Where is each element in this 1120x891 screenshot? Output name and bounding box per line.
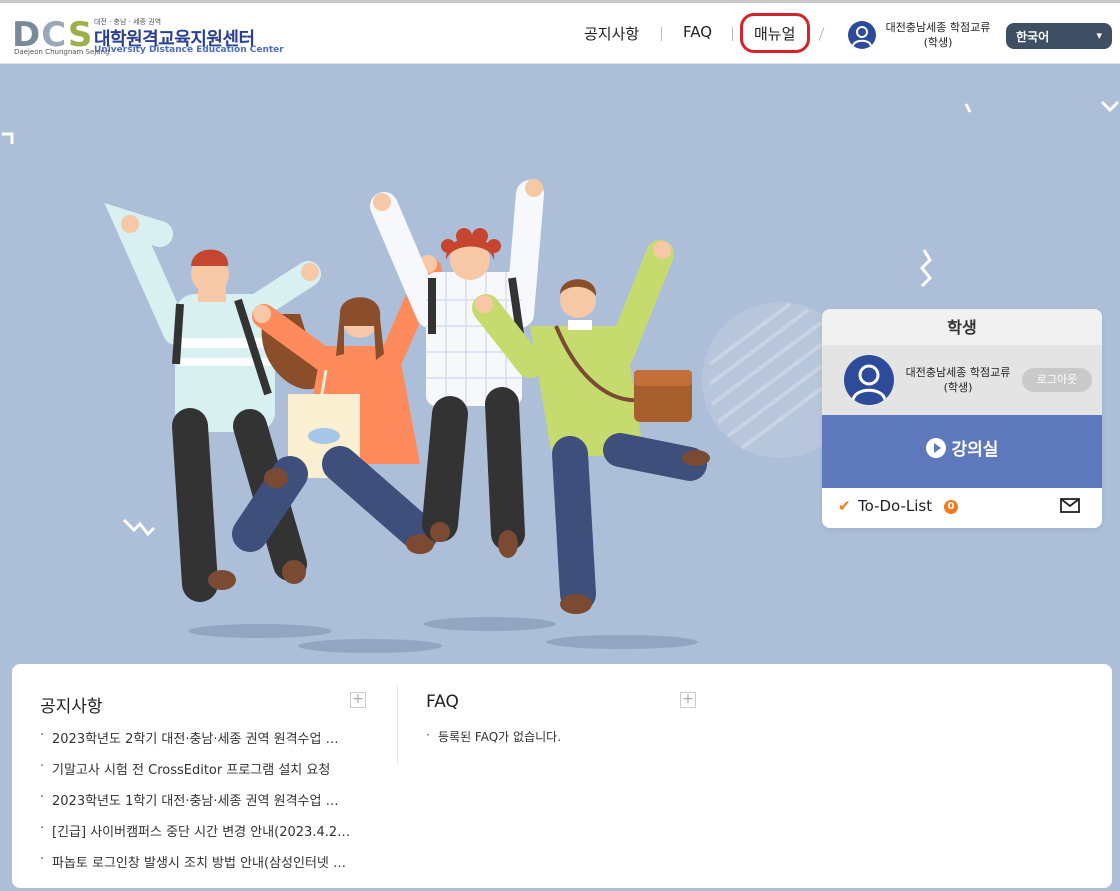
user-avatar-icon[interactable] — [848, 21, 876, 49]
shadow — [424, 617, 556, 631]
user-name-top: 대전충남세종 학점교류 (학생) — [884, 20, 992, 50]
chevron-down-icon: ▾ — [1096, 29, 1102, 42]
shadow — [546, 635, 698, 649]
panel-user-role: (학생) — [943, 381, 973, 394]
panel-user-name: 대전충남세종 학점교류 (학생) — [898, 365, 1018, 395]
todo-label: To-Do-List — [858, 497, 933, 515]
board-section: 공지사항 + 2023학년도 2학기 대전·충남·세종 권역 원격수업 … 기말… — [12, 664, 1112, 888]
faq-title: FAQ — [426, 692, 459, 712]
lecture-room-label: 강의실 — [951, 440, 999, 460]
lecture-room-button[interactable]: 강의실 — [822, 415, 1102, 488]
notice-item[interactable]: 2023학년도 2학기 대전·충남·세종 권역 원격수업 … — [40, 728, 360, 759]
language-select[interactable]: 한국어 ▾ — [1006, 23, 1112, 49]
decor-mark — [2, 132, 14, 144]
user-role: (학생) — [923, 36, 953, 49]
nav-divider — [818, 27, 825, 41]
notice-more-plus-icon[interactable]: + — [350, 692, 366, 708]
nav-notice[interactable]: 공지사항 — [584, 23, 639, 44]
decor-zigzag — [122, 518, 156, 537]
faq-list: 등록된 FAQ가 없습니다. — [426, 728, 561, 745]
nav-divider — [732, 27, 733, 41]
todo-list[interactable]: ✔ To-Do-List 0 — [822, 488, 1102, 528]
faq-more-plus-icon[interactable]: + — [680, 692, 696, 708]
decor-mark — [964, 103, 972, 113]
nav-manual[interactable]: 매뉴얼 — [754, 23, 795, 44]
user-name: 대전충남세종 학점교류 — [885, 21, 991, 34]
panel-title: 학생 — [822, 309, 1102, 345]
panel-user-info: 대전충남세종 학점교류 (학생) 로그아웃 — [822, 345, 1102, 415]
nav-divider — [661, 27, 662, 41]
decor-zigzag — [919, 249, 933, 288]
todo-count-badge: 0 — [944, 500, 958, 514]
section-divider — [397, 686, 398, 764]
faq-item: 등록된 FAQ가 없습니다. — [426, 728, 561, 745]
shadow — [298, 639, 442, 653]
mail-icon[interactable] — [1060, 498, 1080, 513]
panel-user-name-text: 대전충남세종 학점교류 — [905, 366, 1011, 379]
top-bar: DCS Daejeon Chungnam Sejong 대전 · 충남 · 세종… — [0, 0, 1120, 64]
play-icon — [925, 438, 946, 458]
notice-item[interactable]: 파놉토 로그인창 발생시 조치 방법 안내(삼성인터넷 … — [40, 852, 360, 883]
decor-mark — [1100, 100, 1120, 113]
notice-item[interactable]: 기말고사 시험 전 CrossEditor 프로그램 설치 요청 — [40, 759, 360, 790]
logo[interactable]: DCS Daejeon Chungnam Sejong 대전 · 충남 · 세종… — [12, 13, 284, 57]
notice-title: 공지사항 — [40, 697, 103, 717]
notice-item[interactable]: [긴급] 사이버캠퍼스 중단 시간 변경 안내(2023.4.2… — [40, 821, 360, 852]
notice-list: 2023학년도 2학기 대전·충남·세종 권역 원격수업 … 기말고사 시험 전… — [40, 728, 360, 883]
nav-faq[interactable]: FAQ — [683, 23, 712, 41]
notice-item[interactable]: 2023학년도 1학기 대전·충남·세종 권역 원격수업 … — [40, 790, 360, 821]
check-icon: ✔ — [838, 497, 851, 515]
logout-button[interactable]: 로그아웃 — [1022, 368, 1092, 392]
logo-title-en: University Distance Education Center — [94, 45, 284, 55]
language-value: 한국어 — [1016, 30, 1050, 44]
shadow — [188, 624, 332, 638]
user-panel: 학생 대전충남세종 학점교류 (학생) 로그아웃 강의실 ✔ To-Do-Lis… — [822, 309, 1102, 528]
user-avatar-icon — [844, 355, 894, 405]
